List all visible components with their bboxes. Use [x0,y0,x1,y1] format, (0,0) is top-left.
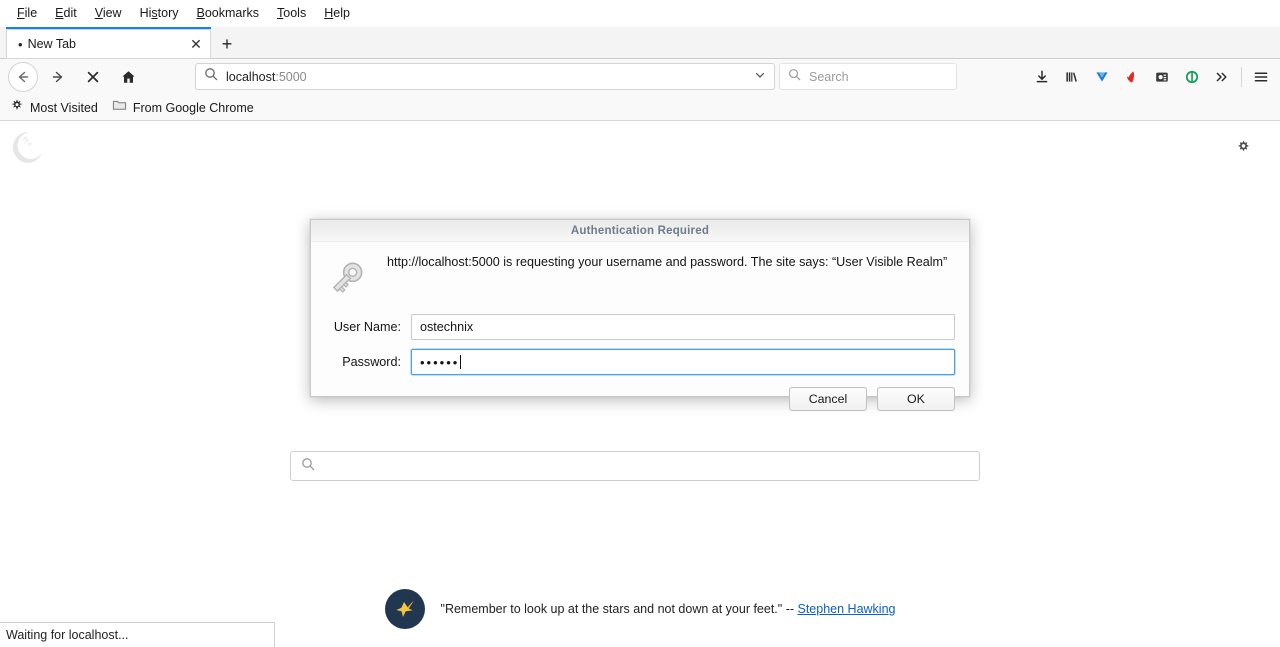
url-host: localhost [226,70,275,84]
snippet-author-link[interactable]: Stephen Hawking [798,602,896,616]
dialog-message: http://localhost:5000 is requesting your… [377,252,947,272]
ok-button[interactable]: OK [877,387,955,411]
username-row: User Name: ostechnix [325,314,955,340]
bookmark-most-visited[interactable]: Most Visited [10,98,98,117]
tab-label: New Tab [28,37,187,51]
firefox-logo-watermark [10,129,46,172]
stop-button[interactable] [78,62,108,92]
tab-strip: • New Tab ✕ + [0,27,1280,59]
menu-item-history[interactable]: History [131,0,188,27]
overflow-icon[interactable] [1207,62,1237,92]
cancel-button[interactable]: Cancel [789,387,867,411]
menu-history-pre: Hi [140,6,152,20]
dialog-message-row: http://localhost:5000 is requesting your… [325,252,955,305]
password-row: Password: •••••• [325,349,955,375]
close-icon[interactable]: ✕ [187,35,205,53]
menu-item-view[interactable]: View [86,0,131,27]
dialog-titlebar: Authentication Required [311,220,969,242]
menu-bookmarks-post: ookmarks [205,6,259,20]
menu-item-help[interactable]: Help [315,0,359,27]
password-input[interactable]: •••••• [411,349,955,375]
menu-item-bookmarks[interactable]: Bookmarks [188,0,269,27]
new-tab-button[interactable]: + [213,31,241,58]
dialog-title: Authentication Required [571,225,709,237]
search-icon [788,68,801,86]
menu-view-post: iew [103,6,122,20]
password-value: •••••• [420,355,459,370]
search-icon [204,67,218,86]
menu-help-post: elp [333,6,350,20]
home-button[interactable] [113,62,143,92]
app-menu-icon[interactable] [1246,62,1276,92]
authentication-dialog: Authentication Required http://loc [310,219,970,397]
menu-tools-post: ools [283,6,306,20]
downthemall-icon[interactable] [1117,62,1147,92]
pocket-icon[interactable] [1087,62,1117,92]
newtab-search-input[interactable] [290,451,980,481]
gear-asterisk-icon [10,98,24,117]
menu-file-post: ile [25,6,38,20]
menu-bookmarks-accel: B [197,6,205,20]
toolbar-icon-group [1027,59,1276,95]
tab-new-tab[interactable]: • New Tab ✕ [6,27,211,59]
dialog-body: http://localhost:5000 is requesting your… [311,242,969,411]
toolbar-divider [1241,67,1242,87]
menu-view-accel: V [95,6,103,20]
bookmark-from-google-chrome[interactable]: From Google Chrome [112,98,254,117]
url-port: :5000 [275,70,306,84]
library-icon[interactable] [1057,62,1087,92]
screenshot-icon[interactable] [1147,62,1177,92]
status-popup: Waiting for localhost... [0,622,275,647]
status-text: Waiting for localhost... [6,628,129,642]
key-icon [325,252,377,305]
username-label: User Name: [325,320,411,334]
search-icon [301,457,315,476]
menu-file-accel: F [17,6,25,20]
bookmark-label: Most Visited [30,101,98,115]
menu-edit-post: dit [64,6,77,20]
password-manager-icon[interactable] [1177,62,1207,92]
dialog-button-row: Cancel OK [325,387,955,411]
menu-item-file[interactable]: File [8,0,46,27]
back-button[interactable] [8,62,38,92]
chevron-down-icon[interactable] [754,69,766,84]
url-text: localhost:5000 [226,70,307,84]
menu-help-accel: H [324,6,333,20]
password-label: Password: [325,355,411,369]
snippet-text: "Remember to look up at the stars and no… [441,602,896,616]
bookmark-label: From Google Chrome [133,101,254,115]
navigation-toolbar: localhost:5000 Search [0,59,1280,95]
menu-item-edit[interactable]: Edit [46,0,86,27]
tab-loading-dot: • [18,38,23,51]
firefox-star-icon [385,589,425,629]
folder-icon [112,98,127,117]
gear-icon[interactable] [1235,139,1252,161]
menu-history-post: tory [158,6,179,20]
url-bar[interactable]: localhost:5000 [195,63,775,90]
search-placeholder: Search [809,70,849,84]
browser-window: File Edit View History Bookmarks Tools H… [0,0,1280,647]
menu-bar: File Edit View History Bookmarks Tools H… [0,0,1280,27]
forward-button[interactable] [43,62,73,92]
menu-edit-accel: E [55,6,63,20]
username-input[interactable]: ostechnix [411,314,955,340]
search-input[interactable]: Search [779,63,957,90]
username-value: ostechnix [420,320,473,334]
menu-item-tools[interactable]: Tools [268,0,315,27]
snippet-quote: "Remember to look up at the stars and no… [441,602,795,616]
bookmarks-bar: Most Visited From Google Chrome [0,95,1280,121]
text-caret [460,355,461,369]
downloads-icon[interactable] [1027,62,1057,92]
